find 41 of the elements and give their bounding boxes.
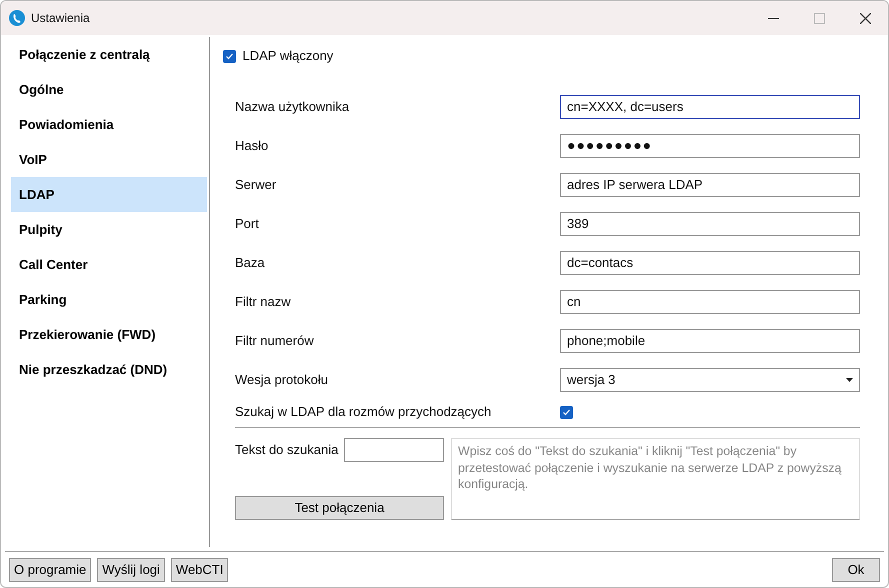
field-label: Wesja protokołu: [235, 370, 329, 389]
footer-button[interactable]: O programie: [9, 558, 92, 582]
input-field[interactable]: phone;mobile: [560, 328, 860, 352]
footer-button[interactable]: WebCTI: [170, 558, 228, 582]
checkbox-label: LDAP włączony: [242, 47, 334, 66]
sidebar-item[interactable]: Ogólne: [11, 72, 207, 107]
caret-icon: [846, 378, 853, 382]
result-box: Wpisz coś do "Tekst do szukania" i kliknij "Test połączenia" by przetestować połączenie i wyszukanie na serwerze LDAP z powyższą konfiguracją.: [451, 438, 860, 520]
footer-button[interactable]: Ok: [832, 558, 880, 582]
field-label: Tekst do szukania: [235, 441, 338, 460]
sidebar-item[interactable]: Powiadomienia: [11, 107, 207, 142]
sidebar-item[interactable]: Parking: [11, 282, 207, 317]
app-logo-icon: [9, 10, 25, 26]
field-label: Baza: [235, 254, 266, 272]
input-field[interactable]: cn=XXXX, dc=users: [560, 94, 860, 118]
field-label: Hasło: [235, 136, 270, 155]
sidebar-item[interactable]: Połączenie z centralą: [11, 37, 207, 72]
sidebar-item[interactable]: Nie przeszkadzać (DND): [11, 352, 207, 387]
input-field[interactable]: adres IP serwera LDAP: [560, 172, 860, 196]
sidebar-item[interactable]: Pulpity: [11, 212, 207, 247]
sidebar-item[interactable]: VoIP: [11, 142, 207, 177]
checkbox[interactable]: [223, 50, 236, 62]
test-connection-button[interactable]: Test połączenia: [235, 496, 444, 520]
password-field[interactable]: ●●●●●●●●●: [560, 134, 860, 158]
sidebar-item[interactable]: Call Center: [11, 247, 207, 282]
window-title: Ustawienia: [31, 10, 90, 27]
sidebar-item[interactable]: LDAP: [11, 177, 207, 212]
dropdown[interactable]: wersja 3: [560, 368, 860, 392]
input-field[interactable]: [344, 438, 444, 462]
field-label: Filtr numerów: [235, 332, 315, 350]
field-label: Nazwa użytkownika: [235, 98, 350, 116]
sidebar-item[interactable]: Przekierowanie (FWD): [11, 317, 207, 352]
input-field[interactable]: dc=contacs: [560, 250, 860, 274]
field-label: Szukaj w LDAP dla rozmów przychodzących: [235, 403, 492, 422]
input-field[interactable]: 389: [560, 212, 860, 236]
field-label: Serwer: [235, 176, 278, 194]
input-field[interactable]: cn: [560, 290, 860, 314]
checkbox[interactable]: [560, 406, 573, 418]
field-label: Filtr nazw: [235, 292, 292, 311]
footer-button[interactable]: Wyślij logi: [97, 558, 165, 582]
field-label: Port: [235, 214, 260, 233]
